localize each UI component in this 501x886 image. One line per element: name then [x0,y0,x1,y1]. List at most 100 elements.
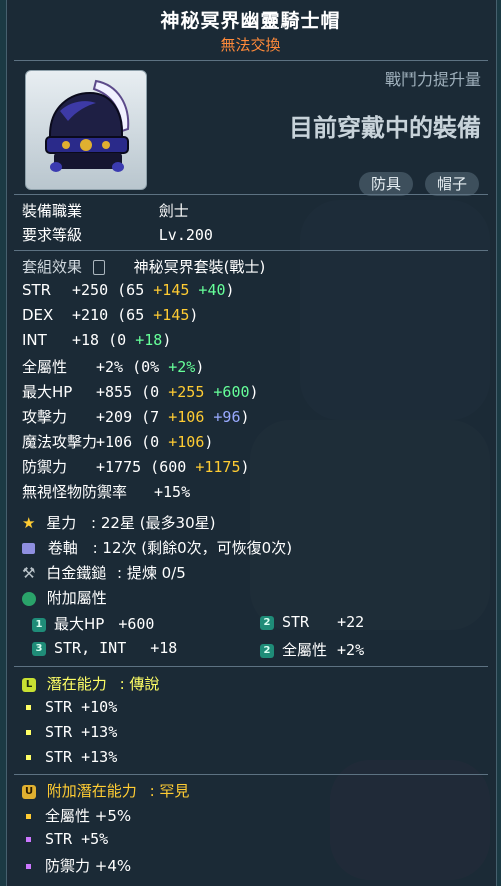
stat-label: 無視怪物防禦率 [22,483,128,501]
job-value: 劍士 [158,202,189,220]
tier-badge: 1 [32,617,46,632]
potential-line: STR +13% [26,723,117,741]
additional-potential-line: 防禦力 +4% [26,855,131,876]
stat-row: DEX +210 (65 +145) [22,306,198,324]
additional-potential-text: STR +5% [45,830,109,848]
bonus-stat: 最大HP [54,615,105,633]
additional-potential-grade: : 罕見 [149,782,190,800]
hammer-row: ⚒ 白金鐵鎚 : 提煉 0/5 [22,562,186,583]
bullet [26,705,31,710]
stat-starforce: +1175 [195,458,241,476]
bullet [26,837,31,842]
item-icon [25,70,147,190]
potential-text: STR +13% [45,723,118,741]
bonus-item: 3 STR, INT +18 [32,639,177,657]
stat-label: DEX [22,306,54,324]
tier-badge: 3 [32,641,46,656]
bonus-item: 2 全屬性 +2% [260,639,364,660]
stat-base: +250 (65 [72,281,154,299]
scroll-row: 卷軸 : 12次 (剩餘0次，可恢復0次) [22,537,292,558]
additional-potential-text: 防禦力 +4% [45,857,132,875]
additional-potential-label: 附加潛在能力 [46,782,137,800]
stat-enhance: +96 [204,408,241,426]
hammer-icon: ⚒ [22,564,36,582]
bullet [26,864,31,869]
combat-power-label: 戰鬥力提升量 [384,70,481,89]
stat-row: 防禦力 +1775 (600 +1175) [22,456,250,477]
stat-label: 魔法攻擊力 [22,433,98,451]
stat-label: INT [22,331,47,349]
stat-close: ) [225,281,235,299]
bullet [26,814,31,819]
potential-line: STR +10% [26,698,117,716]
additional-potential-line: 全屬性 +5% [26,805,131,826]
stat-close: ) [240,458,250,476]
hammer-value: : 提煉 0/5 [117,564,186,582]
bonus-label: 附加屬性 [46,589,107,607]
trade-status: 無法交換 [220,36,281,54]
divider [14,60,488,61]
level-row: 要求等級 Lv.200 [22,224,213,245]
bonus-value: +22 [337,613,365,631]
potential-header: L 潛在能力 : 傳說 [22,673,159,694]
additional-potential-line: STR +5% [26,830,108,848]
stat-starforce: +106 [168,433,205,451]
tag-hat: 帽子 [424,172,479,196]
divider [14,194,488,195]
tier-badge: 2 [260,615,274,630]
stat-row: 魔法攻擊力+106 (0 +106) [22,431,213,452]
stat-row: INT +18 (0 +18) [22,331,171,349]
stat-bonus: +18 [135,331,163,349]
lock-icon [92,260,105,275]
divider [14,774,488,775]
set-value: 神秘冥界套裝(戰士) [133,258,266,276]
divider [14,666,488,667]
hammer-label: 白金鐵鎚 [46,564,107,582]
potential-line: STR +13% [26,748,117,766]
job-row: 裝備職業 劍士 [22,200,189,221]
stat-label: STR [22,281,52,299]
stat-base: +1775 (600 [96,458,196,476]
scroll-label: 卷軸 [47,539,78,557]
stat-base: +209 (7 [96,408,169,426]
additional-potential-header: U 附加潛在能力 : 罕見 [22,780,189,801]
stat-label: 全屬性 [22,358,68,376]
bonus-stat: STR, INT [54,639,127,657]
stat-close: ) [240,408,250,426]
stat-row: 最大HP +855 (0 +255 +600) [22,381,259,402]
legendary-icon: L [22,677,36,692]
stat-base: +210 (65 [72,306,154,324]
stat-row: STR +250 (65 +145 +40) [22,281,235,299]
starforce-value: : 22星 (最多30星) [91,514,216,532]
leaf-icon [22,591,36,606]
level-value: Lv.200 [158,226,213,244]
stat-close: ) [249,383,259,401]
stat-row: 無視怪物防禦率 +15% [22,481,190,502]
level-label: 要求等級 [22,226,83,244]
stat-row: 攻擊力 +209 (7 +106 +96) [22,406,250,427]
job-label: 裝備職業 [22,202,83,220]
stat-starforce: +145 [153,306,190,324]
rare-icon: U [22,784,36,799]
stat-base: +18 (0 [72,331,136,349]
stat-row: 全屬性 +2% (0% +2%) [22,356,204,377]
stat-bonus: +40 [189,281,226,299]
stat-label: 防禦力 [22,458,68,476]
stat-starforce: +106 [168,408,205,426]
stat-label: 最大HP [22,383,73,401]
potential-grade: : 傳說 [119,675,160,693]
scroll-icon [22,543,35,554]
stat-base: +2% (0% [96,358,169,376]
stat-base: +855 (0 [96,383,169,401]
item-name: 神秘冥界幽靈騎士帽 [160,10,341,32]
bonus-item: 1 最大HP +600 [32,613,154,634]
bullet [26,730,31,735]
stat-bonus: +600 [204,383,250,401]
scroll-value: : 12次 (剩餘0次，可恢復0次) [92,539,293,557]
stat-close: ) [204,433,214,451]
starforce-label: 星力 [46,514,77,532]
starforce-row: ★ 星力 : 22星 (最多30星) [22,512,216,533]
potential-text: STR +10% [45,698,118,716]
stat-starforce: +145 [153,281,190,299]
tier-badge: 2 [260,643,274,658]
